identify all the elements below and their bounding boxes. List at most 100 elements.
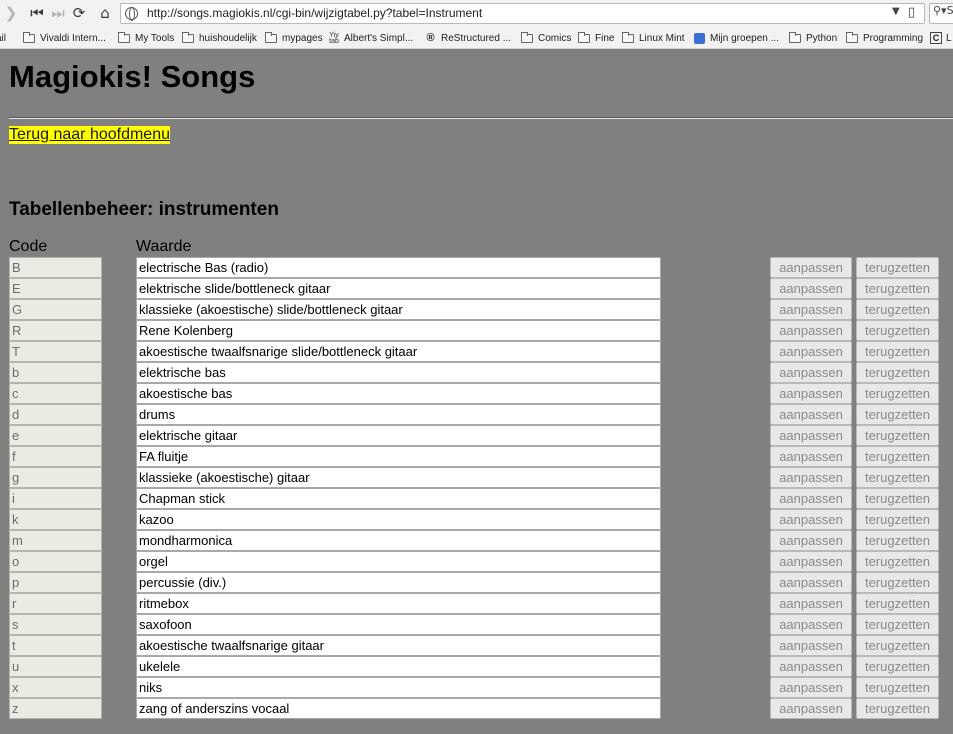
bookmark-restructured[interactable]: ® ReStructured ... — [424, 31, 511, 45]
reset-button[interactable]: terugzetten — [856, 656, 939, 677]
bookmark-programming[interactable]: Programming — [846, 31, 923, 45]
edit-button[interactable]: aanpassen — [770, 698, 852, 719]
forward-icon[interactable]: ❯ — [0, 3, 22, 23]
chevron-down-icon[interactable]: ▼ — [892, 6, 900, 17]
reset-button[interactable]: terugzetten — [856, 425, 939, 446]
value-input[interactable]: ritmebox — [136, 593, 661, 614]
edit-button[interactable]: aanpassen — [770, 362, 852, 383]
value-input[interactable]: mondharmonica — [136, 530, 661, 551]
reset-button[interactable]: terugzetten — [856, 614, 939, 635]
value-input[interactable]: akoestische twaalfsnarige gitaar — [136, 635, 661, 656]
bookmark-python[interactable]: Python — [789, 31, 837, 45]
edit-button[interactable]: aanpassen — [770, 530, 852, 551]
bookmark-mail[interactable]: ail — [0, 31, 6, 45]
edit-button[interactable]: aanpassen — [770, 278, 852, 299]
edit-button[interactable]: aanpassen — [770, 509, 852, 530]
reset-button[interactable]: terugzetten — [856, 467, 939, 488]
value-input[interactable]: kazoo — [136, 509, 661, 530]
value-input[interactable]: Rene Kolenberg — [136, 320, 661, 341]
edit-button[interactable]: aanpassen — [770, 446, 852, 467]
value-input[interactable]: zang of anderszins vocaal — [136, 698, 661, 719]
bookmark-fine[interactable]: Fine — [578, 31, 614, 45]
code-field: E — [9, 278, 102, 299]
reset-button[interactable]: terugzetten — [856, 446, 939, 467]
reset-button[interactable]: terugzetten — [856, 488, 939, 509]
address-bar[interactable]: http://songs.magiokis.nl/cgi-bin/wijzigt… — [120, 3, 925, 24]
value-input[interactable]: saxofoon — [136, 614, 661, 635]
reset-button[interactable]: terugzetten — [856, 572, 939, 593]
edit-button[interactable]: aanpassen — [770, 656, 852, 677]
edit-button[interactable]: aanpassen — [770, 677, 852, 698]
value-input[interactable]: percussie (div.) — [136, 572, 661, 593]
reset-button[interactable]: terugzetten — [856, 299, 939, 320]
reset-button[interactable]: terugzetten — [856, 320, 939, 341]
table-row: s saxofoon aanpassen terugzetten — [0, 614, 953, 635]
url-text[interactable]: http://songs.magiokis.nl/cgi-bin/wijzigt… — [147, 6, 482, 20]
edit-button[interactable]: aanpassen — [770, 425, 852, 446]
bookmark-label: Fine — [595, 32, 615, 44]
bookmark-vivaldi[interactable]: Vivaldi Intern... — [23, 31, 106, 45]
edit-button[interactable]: aanpassen — [770, 320, 852, 341]
bookmark-l[interactable]: CL — [930, 31, 952, 45]
reset-button[interactable]: terugzetten — [856, 698, 939, 719]
skip-forward-icon[interactable]: ⏭ — [47, 3, 69, 23]
reset-button[interactable]: terugzetten — [856, 404, 939, 425]
reset-button[interactable]: terugzetten — [856, 530, 939, 551]
bookmark-comics[interactable]: Comics — [521, 31, 571, 45]
value-input[interactable]: electrische Bas (radio) — [136, 257, 661, 278]
edit-button[interactable]: aanpassen — [770, 341, 852, 362]
bookmark-icon[interactable]: ▯ — [908, 5, 915, 20]
edit-button[interactable]: aanpassen — [770, 467, 852, 488]
reset-button[interactable]: terugzetten — [856, 509, 939, 530]
edit-button[interactable]: aanpassen — [770, 572, 852, 593]
bookmark-label: Vivaldi Intern... — [40, 32, 106, 44]
value-input[interactable]: elektrische gitaar — [136, 425, 661, 446]
edit-button[interactable]: aanpassen — [770, 383, 852, 404]
reset-button[interactable]: terugzetten — [856, 278, 939, 299]
skip-back-icon[interactable]: ⏮ — [26, 3, 48, 23]
bookmark-mypages[interactable]: mypages — [265, 31, 323, 45]
code-field: b — [9, 362, 102, 383]
reset-button[interactable]: terugzetten — [856, 551, 939, 572]
reset-button[interactable]: terugzetten — [856, 383, 939, 404]
table-row: G klassieke (akoestische) slide/bottlene… — [0, 299, 953, 320]
edit-button[interactable]: aanpassen — [770, 593, 852, 614]
bookmark-linuxmint[interactable]: Linux Mint — [622, 31, 685, 45]
edit-button[interactable]: aanpassen — [770, 404, 852, 425]
value-input[interactable]: klassieke (akoestische) gitaar — [136, 467, 661, 488]
bookmark-huishoudelijk[interactable]: huishoudelijk — [182, 31, 257, 45]
reset-button[interactable]: terugzetten — [856, 362, 939, 383]
edit-button[interactable]: aanpassen — [770, 614, 852, 635]
code-field: e — [9, 425, 102, 446]
edit-button[interactable]: aanpassen — [770, 488, 852, 509]
reset-button[interactable]: terugzetten — [856, 635, 939, 656]
bookmark-mytools[interactable]: My Tools — [118, 31, 174, 45]
value-input[interactable]: elektrische bas — [136, 362, 661, 383]
reset-button[interactable]: terugzetten — [856, 341, 939, 362]
back-to-main-menu-link[interactable]: Terug naar hoofdmenu — [9, 126, 170, 144]
value-input[interactable]: akoestische bas — [136, 383, 661, 404]
edit-button[interactable]: aanpassen — [770, 299, 852, 320]
reload-icon[interactable]: ⟳ — [68, 3, 90, 23]
value-input[interactable]: Chapman stick — [136, 488, 661, 509]
value-input[interactable]: niks — [136, 677, 661, 698]
value-input[interactable]: drums — [136, 404, 661, 425]
bookmark-mijngroepen[interactable]: Mijn groepen ... — [694, 31, 779, 45]
value-input[interactable]: ukelele — [136, 656, 661, 677]
edit-button[interactable]: aanpassen — [770, 635, 852, 656]
value-input[interactable]: elektrische slide/bottleneck gitaar — [136, 278, 661, 299]
value-input[interactable]: klassieke (akoestische) slide/bottleneck… — [136, 299, 661, 320]
value-input[interactable]: orgel — [136, 551, 661, 572]
edit-button[interactable]: aanpassen — [770, 551, 852, 572]
reset-button[interactable]: terugzetten — [856, 677, 939, 698]
value-input[interactable]: FA fluitje — [136, 446, 661, 467]
reset-button[interactable]: terugzetten — [856, 257, 939, 278]
table-row: k kazoo aanpassen terugzetten — [0, 509, 953, 530]
reset-button[interactable]: terugzetten — [856, 593, 939, 614]
bookmark-albert[interactable]: Yiy tab Albert's Simpl... — [328, 31, 413, 45]
home-icon[interactable]: ⌂ — [94, 3, 116, 23]
table-row: m mondharmonica aanpassen terugzetten — [0, 530, 953, 551]
value-input[interactable]: akoestische twaalfsnarige slide/bottlene… — [136, 341, 661, 362]
edit-button[interactable]: aanpassen — [770, 257, 852, 278]
search-input[interactable]: ⚲▾S — [929, 3, 953, 24]
